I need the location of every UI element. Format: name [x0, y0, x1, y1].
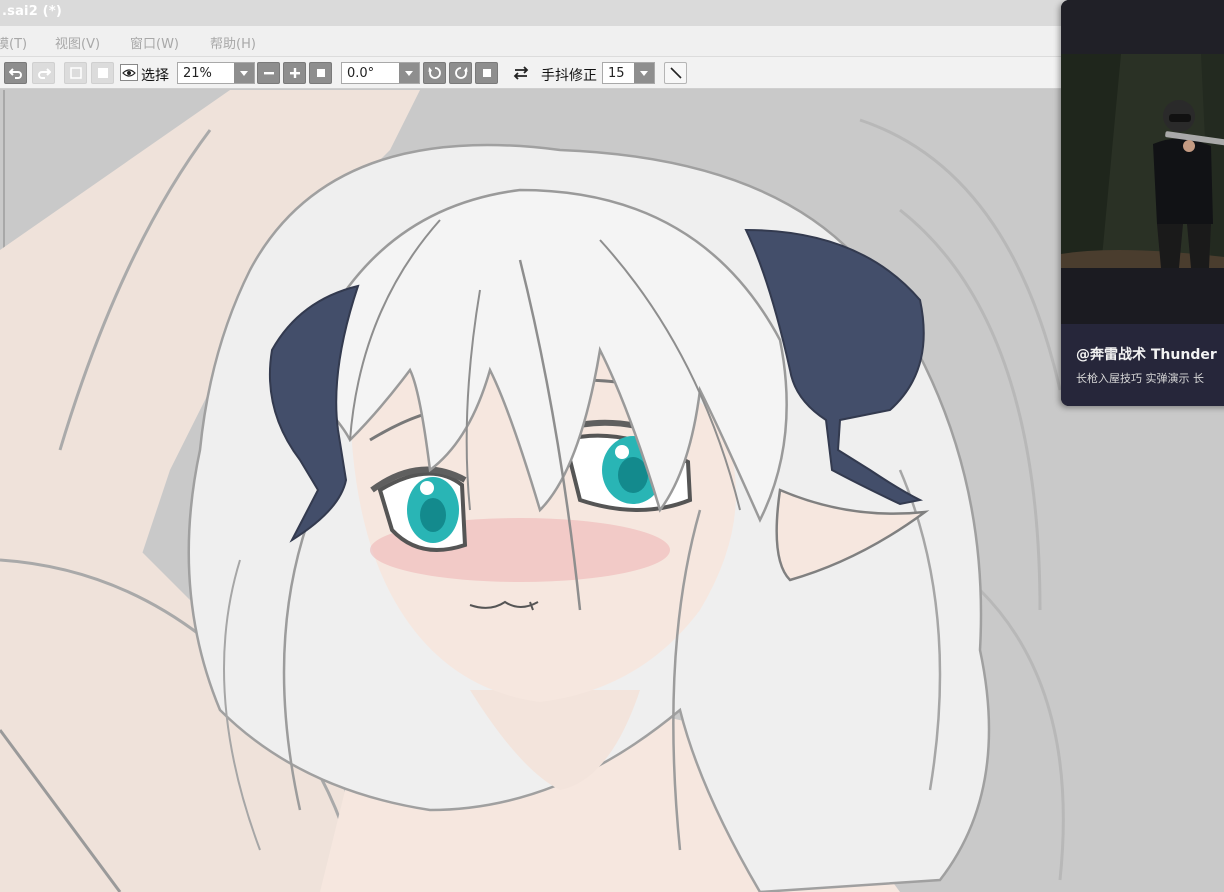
invert-selection-icon — [97, 68, 108, 78]
rotation-reset-button[interactable] — [475, 62, 498, 84]
selection-label: 选择 — [141, 68, 169, 84]
zoom-in-button[interactable] — [283, 62, 306, 84]
popup-header — [1061, 0, 1224, 54]
zoom-value: 21% — [183, 66, 212, 81]
stabilizer-select[interactable]: 15 — [602, 62, 655, 84]
stabilizer-value: 15 — [608, 66, 625, 81]
rotate-left-icon — [428, 67, 441, 79]
invert-selection-button[interactable] — [91, 62, 114, 84]
drawing-canvas[interactable] — [0, 90, 1224, 892]
menu-item-help[interactable]: 帮助(H) — [210, 33, 256, 52]
artwork-illustration — [0, 90, 1224, 892]
pressure-line-button[interactable] — [664, 62, 687, 84]
square-icon — [482, 69, 491, 77]
rotate-left-button[interactable] — [423, 62, 446, 84]
chevron-down-icon[interactable] — [634, 63, 654, 83]
deselect-button[interactable] — [64, 62, 87, 84]
minus-icon — [263, 72, 274, 75]
rotate-right-icon — [454, 67, 467, 79]
diagonal-line-icon — [669, 67, 682, 79]
menu-bar: 模(T) 视图(V) 窗口(W) 帮助(H) — [0, 26, 1224, 57]
redo-button[interactable] — [32, 62, 55, 84]
video-thumbnail[interactable] — [1061, 54, 1224, 268]
stabilizer-label: 手抖修正 — [541, 68, 597, 84]
flip-horizontal-button[interactable] — [509, 62, 532, 84]
flip-arrows-icon — [513, 66, 528, 80]
square-icon — [316, 69, 325, 77]
video-author[interactable]: @奔雷战术 Thunder — [1076, 344, 1217, 364]
video-frame-image — [1061, 54, 1224, 268]
plus-icon — [289, 68, 300, 78]
menu-item-filter[interactable]: 模(T) — [0, 33, 27, 52]
undo-icon — [8, 68, 22, 79]
popup-spacer — [1061, 268, 1224, 324]
zoom-select[interactable]: 21% — [177, 62, 255, 84]
redo-icon — [37, 68, 51, 79]
zoom-reset-button[interactable] — [309, 62, 332, 84]
menu-item-window[interactable]: 窗口(W) — [130, 33, 179, 52]
zoom-out-button[interactable] — [257, 62, 280, 84]
toolbar: 选择 21% 0.0° 手抖修正 15 — [0, 57, 1224, 89]
chevron-down-icon[interactable] — [399, 63, 419, 83]
rotation-select[interactable]: 0.0° — [341, 62, 420, 84]
menu-item-view[interactable]: 视图(V) — [55, 33, 100, 52]
rotation-value: 0.0° — [347, 66, 375, 81]
window-title: .sai2 (*) — [2, 4, 62, 19]
undo-button[interactable] — [4, 62, 27, 84]
eye-icon — [122, 68, 136, 77]
video-popup[interactable]: @奔雷战术 Thunder 长枪入屋技巧 实弹演示 长 — [1061, 0, 1224, 406]
deselect-icon — [69, 67, 82, 79]
video-description: 长枪入屋技巧 实弹演示 长 — [1076, 372, 1204, 385]
title-bar: .sai2 (*) — [0, 0, 1224, 26]
popup-info: @奔雷战术 Thunder 长枪入屋技巧 实弹演示 长 — [1061, 324, 1224, 406]
chevron-down-icon[interactable] — [234, 63, 254, 83]
sai-app-window: .sai2 (*) 模(T) 视图(V) 窗口(W) 帮助(H) 选择 21% — [0, 0, 1224, 892]
rotate-right-button[interactable] — [449, 62, 472, 84]
selection-visibility-toggle[interactable] — [120, 64, 138, 81]
